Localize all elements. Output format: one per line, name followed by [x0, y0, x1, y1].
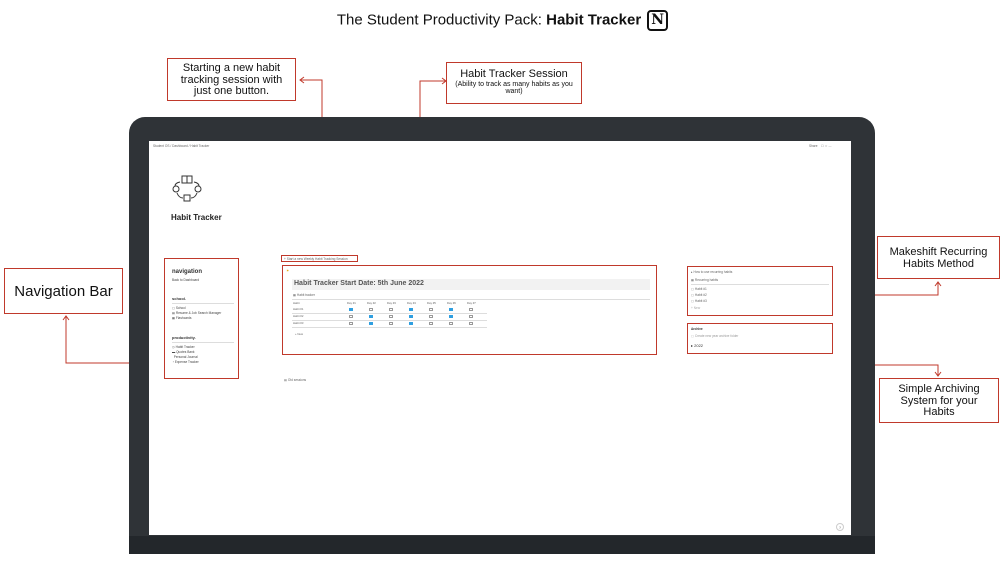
breadcrumb[interactable]: Student OS / Dashboard / Habit Tracker — [153, 144, 209, 148]
notion-screen: Student OS / Dashboard / Habit Tracker S… — [149, 141, 851, 535]
recurring-view-tab[interactable]: ▦ Recurring habits — [691, 278, 718, 282]
back-to-dashboard-link[interactable]: Back to Dashboard — [172, 278, 199, 282]
notion-page-title: Habit Tracker — [171, 213, 222, 222]
new-session-button[interactable]: + Start a new Weekly Habit Tracking Sess… — [281, 255, 358, 262]
nav-item-habit-tracker[interactable]: ◷ Habit Tracker — [172, 345, 195, 349]
habit-checkbox[interactable] — [429, 314, 433, 318]
habit-checkbox[interactable] — [369, 307, 373, 311]
nav-productivity-heading: productivity. — [172, 335, 196, 340]
recurring-item[interactable]: ▢ Habit #3 — [691, 299, 707, 303]
share-button[interactable]: Share — [809, 144, 818, 148]
habit-checkbox[interactable] — [409, 314, 413, 318]
habit-checkbox[interactable] — [449, 307, 453, 311]
habit-checkbox[interactable] — [349, 321, 353, 325]
habit-checkbox[interactable] — [409, 307, 413, 311]
habit-checkbox[interactable] — [389, 307, 393, 311]
archive-heading: Archive — [691, 327, 703, 331]
sun-icon: ✶ — [286, 268, 290, 273]
habit-checkbox[interactable] — [389, 321, 393, 325]
divider — [691, 284, 829, 285]
habit-checkbox[interactable] — [409, 321, 413, 325]
column-header[interactable]: Day #3 — [387, 301, 396, 305]
nav-item-journal[interactable]: Personal Journal — [172, 355, 198, 359]
new-row-button[interactable]: + New — [295, 332, 303, 336]
habit-checkbox[interactable] — [449, 321, 453, 325]
nav-school-heading: school. — [172, 296, 187, 301]
nav-item-expense[interactable]: ◔ Expense Tracker — [172, 360, 199, 364]
nav-item-quotes[interactable]: ▬ Quotes Bank — [172, 350, 195, 354]
habit-name-cell[interactable]: Habit #1 — [293, 307, 303, 311]
archive-year-toggle[interactable]: ▸ 2022 — [691, 343, 703, 348]
habit-checkbox[interactable] — [469, 314, 473, 318]
recurring-item[interactable]: ▢ Habit #1 — [691, 287, 707, 291]
habit-name-cell[interactable]: Habit #3 — [293, 321, 303, 325]
column-header[interactable]: Day #6 — [447, 301, 456, 305]
row-divider — [292, 312, 487, 314]
nav-item-school[interactable]: ▢ School — [172, 306, 186, 310]
habit-checkbox[interactable] — [389, 314, 393, 318]
create-archive-button[interactable]: ▢ Create new year archive folder — [691, 334, 738, 338]
habit-checkbox[interactable] — [429, 321, 433, 325]
topbar-icons[interactable]: ☐ ☆ ⋯ — [821, 144, 832, 148]
session-title: Habit Tracker Start Date: 5th June 2022 — [292, 279, 650, 290]
column-header[interactable]: Day #1 — [347, 301, 356, 305]
habit-checkbox[interactable] — [449, 314, 453, 318]
recurring-toggle[interactable]: ▸ How to use recurring habits — [691, 270, 732, 274]
habit-checkbox[interactable] — [429, 307, 433, 311]
divider — [172, 303, 234, 304]
nav-item-flashcards[interactable]: ▦ Flashcards — [172, 316, 192, 320]
row-divider — [292, 326, 487, 328]
divider — [292, 299, 650, 300]
nav-heading: navigation — [172, 269, 203, 275]
habit-name-cell[interactable]: Habit #2 — [293, 314, 303, 318]
row-divider — [292, 319, 487, 321]
column-header[interactable]: Day #4 — [407, 301, 416, 305]
habit-checkbox[interactable] — [469, 321, 473, 325]
habit-checkbox[interactable] — [369, 314, 373, 318]
habit-checkbox[interactable] — [369, 321, 373, 325]
navigation-panel: navigation Back to Dashboard school. ▢ S… — [164, 258, 239, 379]
recurring-new-button[interactable]: + New — [691, 306, 700, 310]
column-header[interactable]: Day #7 — [467, 301, 476, 305]
column-header[interactable]: Day #2 — [367, 301, 376, 305]
help-button[interactable]: ? — [836, 523, 844, 531]
view-tab[interactable]: ▦ Habit tracker — [293, 293, 315, 297]
column-header[interactable]: Habit — [293, 301, 300, 305]
recurring-item[interactable]: ▢ Habit #2 — [691, 293, 707, 297]
nav-item-resume[interactable]: ▤ Resume & Job Search Manager — [172, 311, 221, 315]
old-sessions-link[interactable]: ▤ Old sessions — [284, 378, 306, 382]
recurring-habits-panel: ▸ How to use recurring habits ▦ Recurrin… — [687, 266, 833, 316]
laptop-base — [129, 536, 875, 554]
habit-tracker-session: ✶ Habit Tracker Start Date: 5th June 202… — [282, 265, 657, 355]
habit-checkbox[interactable] — [469, 307, 473, 311]
habit-tracker-page-icon — [172, 175, 202, 202]
divider — [172, 342, 234, 343]
archive-panel: Archive ▢ Create new year archive folder… — [687, 323, 833, 354]
habit-checkbox[interactable] — [349, 307, 353, 311]
column-header[interactable]: Day #5 — [427, 301, 436, 305]
habit-checkbox[interactable] — [349, 314, 353, 318]
